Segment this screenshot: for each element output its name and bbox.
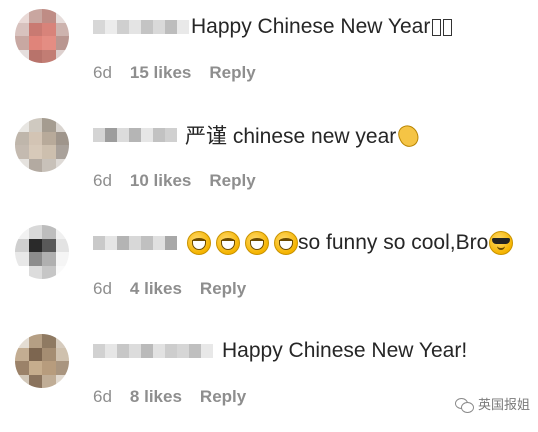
reply-button[interactable]: Reply xyxy=(209,63,255,83)
comment-time: 6d xyxy=(93,63,112,82)
laughing-face-icon xyxy=(216,231,240,255)
comment-meta: 6d 10 likes Reply xyxy=(93,169,256,193)
missing-glyph-icon xyxy=(443,18,453,36)
comment-text: so funny so cool,Bro xyxy=(187,228,514,258)
cool-face-icon xyxy=(489,231,514,255)
watermark: 英国报姐 xyxy=(454,394,530,413)
reply-button[interactable]: Reply xyxy=(209,171,255,191)
comment-text-content: so funny so cool,Bro xyxy=(298,231,489,254)
comment-meta: 6d 4 likes Reply xyxy=(93,277,246,301)
likes-count[interactable]: 15 likes xyxy=(130,63,191,83)
avatar[interactable] xyxy=(15,334,69,388)
laughing-face-icon xyxy=(187,231,211,255)
missing-glyph-icon xyxy=(432,18,442,36)
watermark-label: 英国报姐 xyxy=(477,397,530,412)
comment-text: Happy Chinese New Year! xyxy=(222,336,467,366)
comment-item: 严谨 chinese new year 6d 10 likes Reply xyxy=(0,108,538,216)
comment-text-content: Happy Chinese New Year! xyxy=(222,339,468,362)
comment-meta: 6d 8 likes Reply xyxy=(93,385,246,409)
comment-item: Happy Chinese New Year 6d 15 likes Reply xyxy=(0,0,538,108)
comment-meta: 6d 15 likes Reply xyxy=(93,61,256,85)
avatar[interactable] xyxy=(15,9,69,63)
likes-count[interactable]: 8 likes xyxy=(130,387,182,407)
laughing-face-icon xyxy=(245,231,269,255)
comment-text-content: Happy Chinese New Year xyxy=(191,15,431,38)
avatar[interactable] xyxy=(15,225,69,279)
avatar[interactable] xyxy=(15,118,69,172)
laughing-face-icon xyxy=(274,231,298,255)
comment-time: 6d xyxy=(93,387,112,406)
username-blurred[interactable] xyxy=(93,232,177,254)
comment-item: so funny so cool,Bro 6d 4 likes Reply xyxy=(0,216,538,324)
comment-time: 6d xyxy=(93,279,112,298)
reply-button[interactable]: Reply xyxy=(200,387,246,407)
username-blurred[interactable] xyxy=(93,16,189,38)
comment-time: 6d xyxy=(93,171,112,190)
comment-text-content: 严谨 chinese new year xyxy=(185,125,397,148)
comment-text: 严谨 chinese new year xyxy=(185,120,419,150)
comment-text: Happy Chinese New Year xyxy=(191,12,453,42)
comment-item: Happy Chinese New Year! 6d 8 likes Reply xyxy=(0,324,538,432)
likes-count[interactable]: 4 likes xyxy=(130,279,182,299)
username-blurred[interactable] xyxy=(93,124,177,146)
clapping-hands-icon xyxy=(397,123,419,147)
username-blurred[interactable] xyxy=(93,340,213,362)
wechat-icon xyxy=(454,396,474,413)
likes-count[interactable]: 10 likes xyxy=(130,171,191,191)
reply-button[interactable]: Reply xyxy=(200,279,246,299)
